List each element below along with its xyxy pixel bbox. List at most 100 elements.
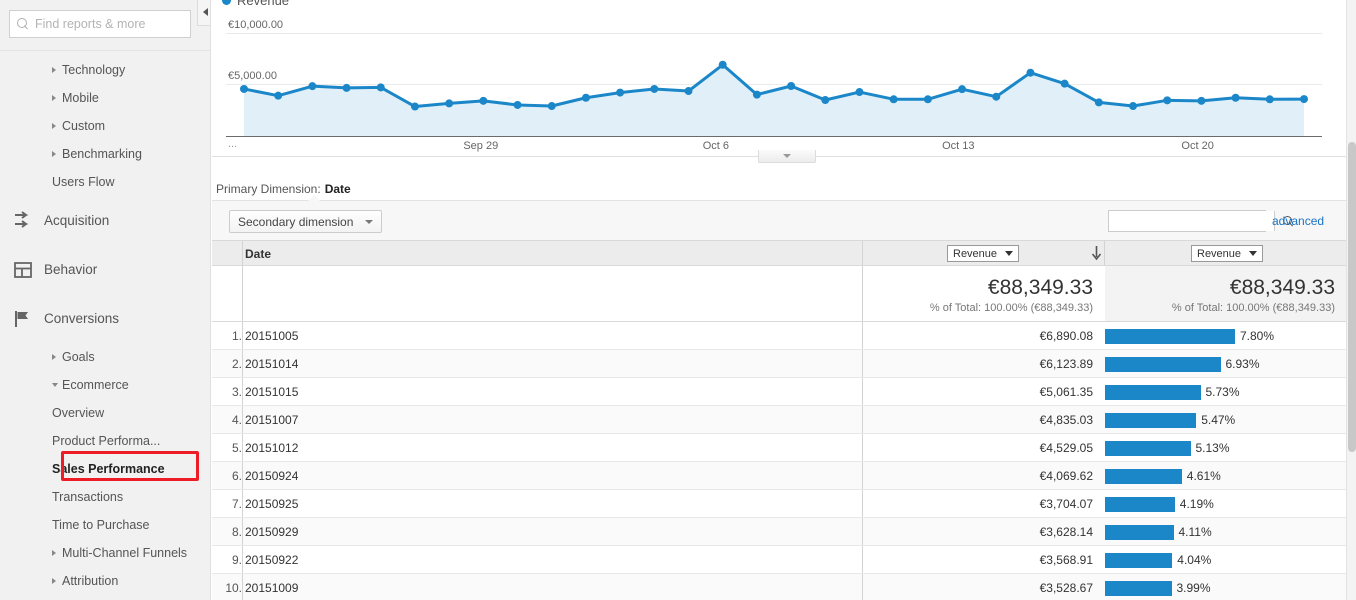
metric-select-1[interactable]: Revenue [947, 245, 1020, 262]
chevron-right-icon [52, 123, 56, 129]
scrollbar-thumb[interactable] [1348, 142, 1356, 452]
collapse-left-icon[interactable] [197, 0, 210, 26]
row-index: 2. [231, 357, 242, 371]
sidebar-item-custom[interactable]: Custom [0, 112, 210, 140]
advanced-link[interactable]: advanced [1272, 214, 1324, 228]
sort-descending-arrow-icon[interactable] [1091, 246, 1102, 261]
table-row[interactable]: 6. 20150924 €4,069.62 4.61% [212, 462, 1346, 490]
sidebar-item-label: Acquisition [44, 213, 110, 228]
row-percent-bar [1105, 468, 1182, 484]
sidebar-item-mobile[interactable]: Mobile [0, 84, 210, 112]
page-scrollbar[interactable] [1346, 0, 1356, 600]
row-percent-bar-cell: 7.80% [1105, 322, 1274, 350]
row-date-value[interactable]: 20150924 [245, 462, 298, 490]
x-axis-tick-sep29: Sep 29 [463, 140, 499, 152]
metric-select-2[interactable]: Revenue [1191, 245, 1264, 262]
sidebar-item-product-performa[interactable]: Product Performa... [0, 427, 210, 455]
sidebar-item-label: Transactions [52, 490, 124, 504]
row-date-value[interactable]: 20150925 [245, 490, 298, 518]
row-percent-bar-cell: 6.93% [1105, 350, 1260, 378]
search-input[interactable] [35, 14, 196, 34]
row-date-value[interactable]: 20151015 [245, 378, 298, 406]
sidebar-item-conversions[interactable]: Conversions [0, 294, 210, 343]
sidebar-item-time-to-purchase[interactable]: Time to Purchase [0, 511, 210, 539]
primary-dimension-value[interactable]: Date [325, 182, 351, 196]
row-percent-label: 4.19% [1179, 497, 1214, 511]
table-row[interactable]: 3. 20151015 €5,061.35 5.73% [212, 378, 1346, 406]
sidebar-item-label: Conversions [44, 311, 120, 326]
sidebar-item-label: Users Flow [52, 175, 115, 189]
table-search-input[interactable] [1109, 211, 1274, 231]
sidebar-item-label: Time to Purchase [52, 518, 150, 532]
column-divider [862, 241, 863, 265]
table-toolbar: Secondary dimension advanced [212, 195, 1346, 240]
table-header-row: Date Revenue Revenue [212, 240, 1346, 266]
row-percent-label: 7.80% [1240, 329, 1275, 343]
row-date-value[interactable]: 20150922 [245, 546, 298, 574]
table-search[interactable] [1108, 210, 1292, 232]
sidebar-item-overview[interactable]: Overview [0, 399, 210, 427]
sidebar-item-label: Product Performa... [52, 434, 161, 448]
row-index: 4. [231, 413, 242, 427]
row-date-value[interactable]: 20151014 [245, 350, 298, 378]
table-row[interactable]: 8. 20150929 €3,628.14 4.11% [212, 518, 1346, 546]
table-body: 1. 20151005 €6,890.08 7.80% 2. 20151014 €6,123… [212, 322, 1346, 600]
row-index: 6. [231, 469, 242, 483]
row-percent-label: 4.11% [1178, 525, 1212, 539]
sidebar-item-sales-performance[interactable]: Sales Performance [0, 455, 210, 483]
row-percent-bar-cell: 5.13% [1105, 434, 1230, 462]
sidebar-nav: Technology Mobile Custom Benchmarking Users … [0, 56, 210, 595]
row-date-value[interactable]: 20151012 [245, 434, 298, 462]
column-divider [242, 462, 243, 489]
sidebar-search[interactable] [9, 10, 196, 38]
sidebar-divider [0, 50, 210, 51]
x-axis-tick-oct20: Oct 20 [1181, 140, 1214, 152]
table-row[interactable]: 4. 20151007 €4,835.03 5.47% [212, 406, 1346, 434]
chart-plot-area [240, 60, 1308, 136]
row-date-value[interactable]: 20151005 [245, 322, 298, 350]
row-percent-bar-cell: 5.73% [1105, 378, 1240, 406]
sidebar-item-attribution[interactable]: Attribution [0, 567, 210, 595]
sidebar-item-label: Multi-Channel Funnels [62, 546, 188, 560]
row-percent-bar-cell: 4.11% [1105, 518, 1212, 546]
table-row[interactable]: 7. 20150925 €3,704.07 4.19% [212, 490, 1346, 518]
row-index: 10. [225, 581, 242, 595]
row-revenue-value: €5,061.35 [1039, 385, 1093, 399]
sidebar-item-technology[interactable]: Technology [0, 56, 210, 84]
column-divider [242, 241, 243, 265]
sidebar-item-acquisition[interactable]: Acquisition [0, 196, 210, 245]
row-date-value[interactable]: 20151009 [245, 574, 298, 600]
row-revenue-value: €6,890.08 [1039, 329, 1093, 343]
row-date-value[interactable]: 20150929 [245, 518, 298, 546]
column-divider [1104, 241, 1105, 265]
sidebar-item-label: Mobile [62, 91, 99, 105]
column-header-date[interactable]: Date [245, 247, 271, 261]
table-row[interactable]: 5. 20151012 €4,529.05 5.13% [212, 434, 1346, 462]
sidebar-item-label: Benchmarking [62, 147, 142, 161]
chevron-right-icon [52, 354, 56, 360]
sidebar-item-label: Ecommerce [62, 378, 129, 392]
table-row[interactable]: 9. 20150922 €3,568.91 4.04% [212, 546, 1346, 574]
sidebar-item-goals[interactable]: Goals [0, 343, 210, 371]
sidebar-item-ecommerce[interactable]: Ecommerce [0, 371, 210, 399]
table-row[interactable]: 10. 20151009 €3,528.67 3.99% [212, 574, 1346, 600]
row-percent-label: 5.47% [1201, 413, 1236, 427]
row-date-value[interactable]: 20151007 [245, 406, 298, 434]
primary-dimension-label: Primary Dimension: [216, 182, 321, 196]
sidebar-item-multi-channel-funnels[interactable]: Multi-Channel Funnels [0, 539, 210, 567]
chevron-right-icon [52, 550, 56, 556]
table-row[interactable]: 1. 20151005 €6,890.08 7.80% [212, 322, 1346, 350]
sidebar-item-users-flow[interactable]: Users Flow [0, 168, 210, 196]
summary-value-2: €88,349.33 [1229, 276, 1335, 299]
column-divider [242, 266, 243, 321]
chart-collapse-handle[interactable] [758, 150, 816, 163]
sidebar-item-benchmarking[interactable]: Benchmarking [0, 140, 210, 168]
table-row[interactable]: 2. 20151014 €6,123.89 6.93% [212, 350, 1346, 378]
secondary-dimension-button[interactable]: Secondary dimension [229, 210, 383, 233]
sidebar-item-behavior[interactable]: Behavior [0, 245, 210, 294]
row-percent-label: 6.93% [1225, 357, 1260, 371]
conversions-flag-icon [12, 308, 34, 330]
sidebar-item-transactions[interactable]: Transactions [0, 483, 210, 511]
chart-legend[interactable]: Revenue [222, 0, 289, 8]
row-index: 3. [231, 385, 242, 399]
